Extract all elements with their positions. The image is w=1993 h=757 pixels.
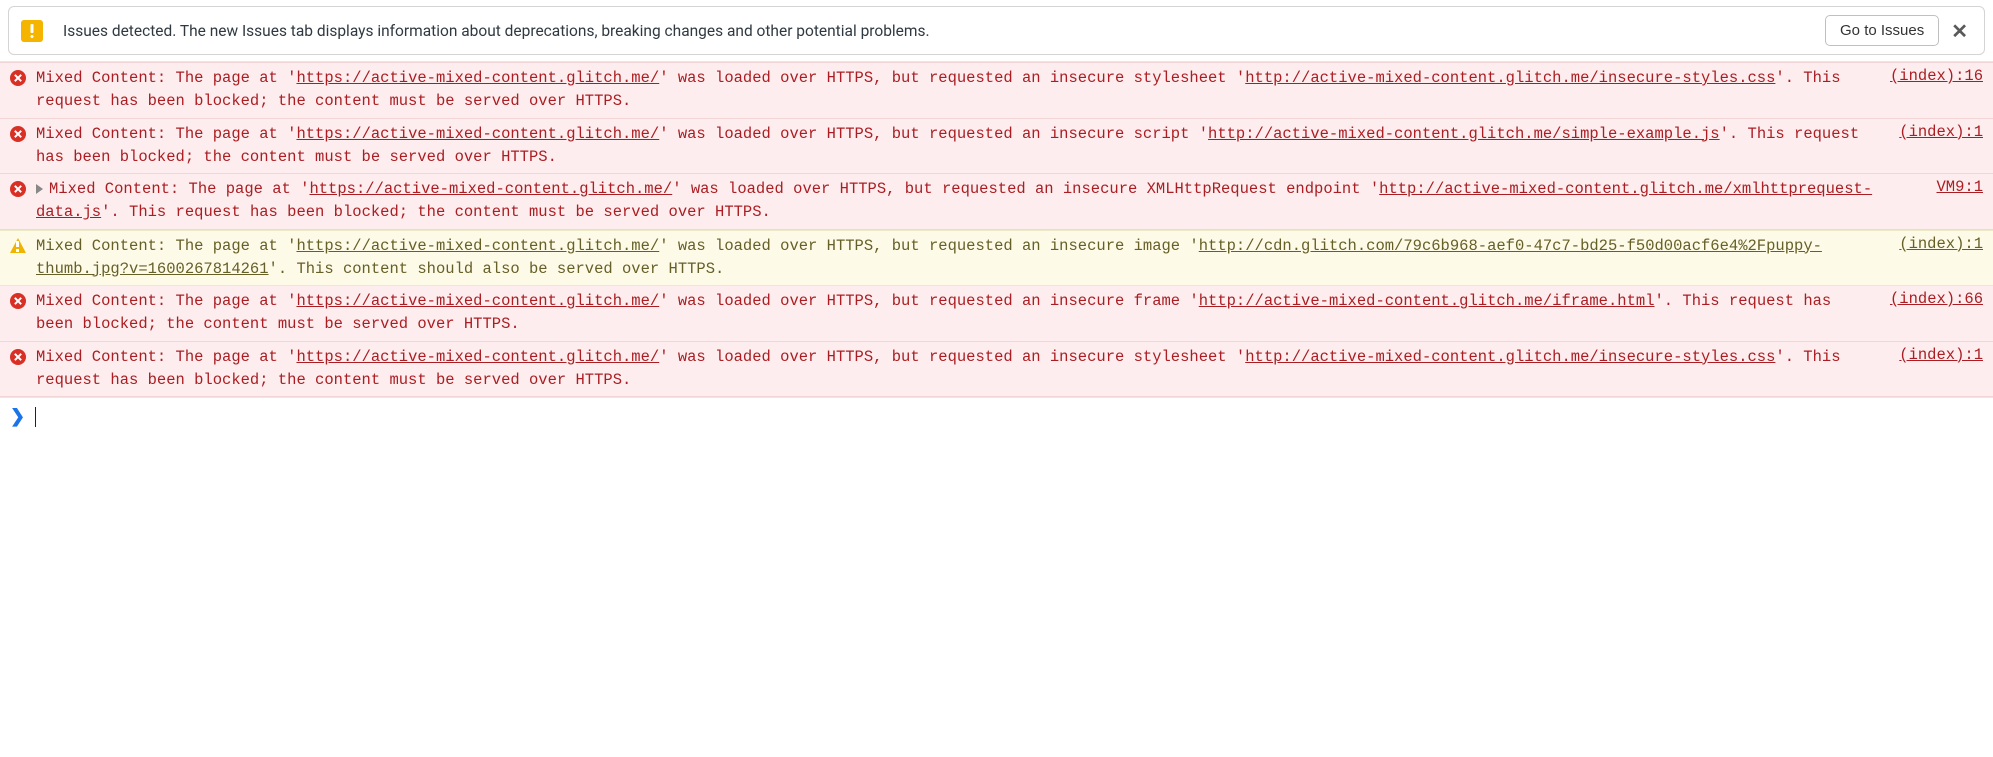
error-icon — [10, 126, 26, 142]
page-url-link[interactable]: https://active-mixed-content.glitch.me/ — [296, 348, 659, 366]
console-panel: Mixed Content: The page at 'https://acti… — [0, 61, 1993, 397]
expand-toggle-icon[interactable] — [36, 184, 43, 194]
message-text: Mixed Content: The page at 'https://acti… — [36, 235, 1879, 282]
page-url-link[interactable]: https://active-mixed-content.glitch.me/ — [309, 180, 672, 198]
warning-badge-icon — [21, 20, 43, 42]
resource-url-link[interactable]: http://active-mixed-content.glitch.me/in… — [1245, 348, 1775, 366]
console-message: Mixed Content: The page at 'https://acti… — [0, 62, 1993, 119]
page-url-link[interactable]: https://active-mixed-content.glitch.me/ — [296, 125, 659, 143]
resource-url-link[interactable]: http://active-mixed-content.glitch.me/si… — [1208, 125, 1720, 143]
source-link[interactable]: (index):16 — [1890, 67, 1983, 85]
error-icon — [10, 349, 26, 365]
console-message: Mixed Content: The page at 'https://acti… — [0, 230, 1993, 287]
warning-icon — [10, 238, 26, 253]
source-link[interactable]: VM9:1 — [1936, 178, 1983, 196]
console-message: Mixed Content: The page at 'https://acti… — [0, 119, 1993, 175]
text-cursor — [35, 407, 36, 427]
prompt-caret-icon: ❯ — [10, 406, 25, 427]
issues-banner-text: Issues detected. The new Issues tab disp… — [63, 22, 1825, 40]
page-url-link[interactable]: https://active-mixed-content.glitch.me/ — [296, 69, 659, 87]
error-icon — [10, 70, 26, 86]
close-icon[interactable]: ✕ — [1947, 19, 1972, 43]
issues-banner: Issues detected. The new Issues tab disp… — [8, 6, 1985, 55]
page-url-link[interactable]: https://active-mixed-content.glitch.me/ — [296, 292, 659, 310]
console-message: Mixed Content: The page at 'https://acti… — [0, 174, 1993, 230]
source-link[interactable]: (index):66 — [1890, 290, 1983, 308]
source-link[interactable]: (index):1 — [1899, 123, 1983, 141]
message-text: Mixed Content: The page at 'https://acti… — [36, 67, 1870, 114]
message-text: Mixed Content: The page at 'https://acti… — [36, 123, 1879, 170]
console-message: Mixed Content: The page at 'https://acti… — [0, 286, 1993, 342]
error-icon — [10, 293, 26, 309]
source-link[interactable]: (index):1 — [1899, 235, 1983, 253]
resource-url-link[interactable]: http://active-mixed-content.glitch.me/in… — [1245, 69, 1775, 87]
message-text: Mixed Content: The page at 'https://acti… — [36, 290, 1870, 337]
page-url-link[interactable]: https://active-mixed-content.glitch.me/ — [296, 237, 659, 255]
error-icon — [10, 181, 26, 197]
console-prompt[interactable]: ❯ — [0, 397, 1993, 435]
message-text: Mixed Content: The page at 'https://acti… — [36, 178, 1916, 225]
go-to-issues-button[interactable]: Go to Issues — [1825, 15, 1939, 46]
message-text: Mixed Content: The page at 'https://acti… — [36, 346, 1879, 393]
source-link[interactable]: (index):1 — [1899, 346, 1983, 364]
resource-url-link[interactable]: http://active-mixed-content.glitch.me/if… — [1199, 292, 1655, 310]
console-message: Mixed Content: The page at 'https://acti… — [0, 342, 1993, 398]
